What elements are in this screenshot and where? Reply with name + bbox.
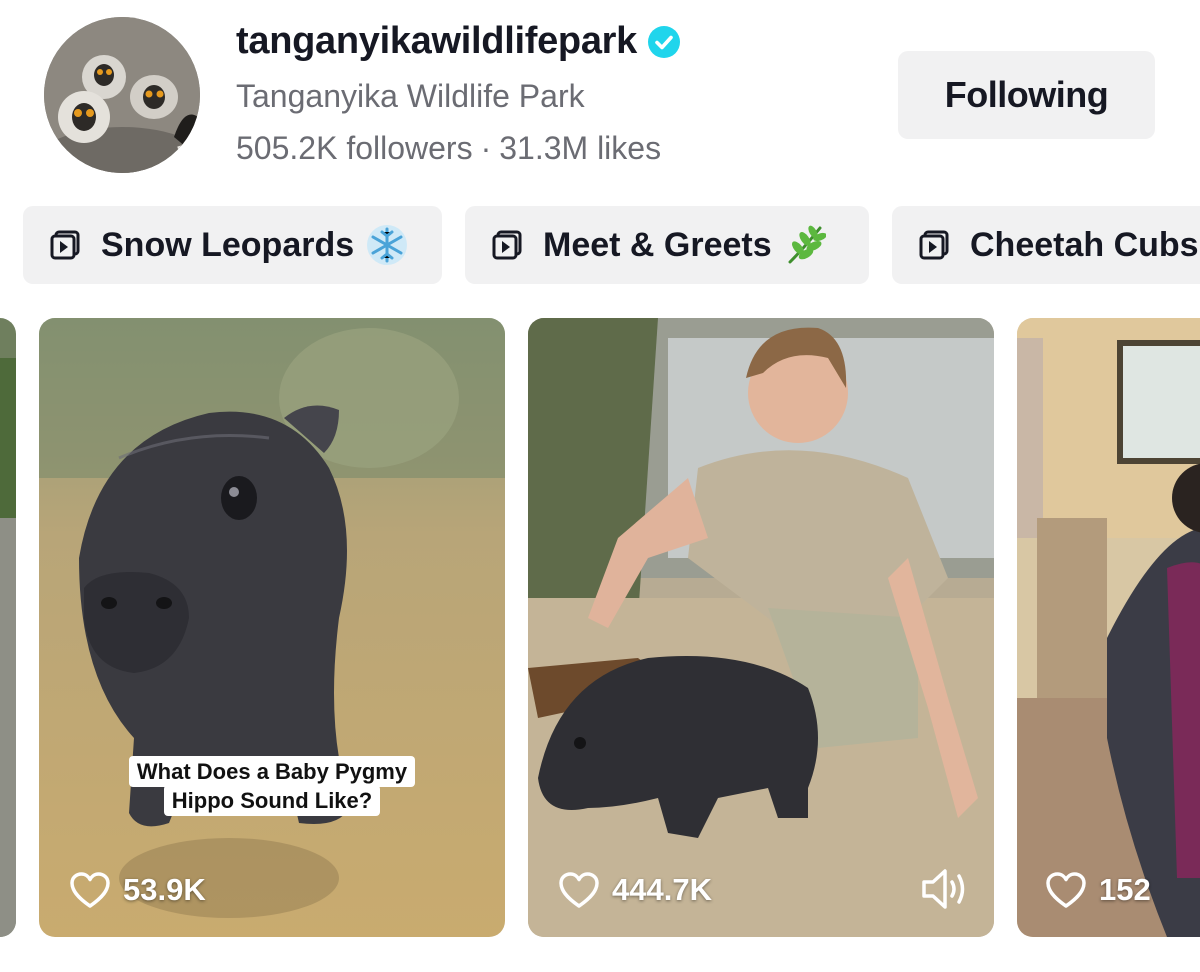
video-caption: What Does a Baby Pygmy Hippo Sound Like? [39, 756, 505, 816]
heart-outline-icon [559, 872, 599, 908]
playlist-label: Meet & Greets [543, 225, 772, 264]
volume-icon[interactable] [920, 867, 970, 911]
verified-badge-icon [647, 25, 680, 58]
video-thumbnail [528, 318, 994, 937]
video-likes: 53.9K [69, 871, 206, 909]
herb-emoji-icon [788, 225, 826, 264]
display-name: Tanganyika Wildlife Park [236, 78, 585, 114]
caption-line-2: Hippo Sound Like? [163, 784, 381, 816]
playlist-label: Cheetah Cubs [970, 225, 1199, 264]
snowflake-emoji-icon [367, 225, 408, 265]
video-thumbnail [1017, 318, 1200, 937]
video-card[interactable]: 152 [1017, 318, 1200, 937]
playlist-chip-cheetah-cubs[interactable]: Cheetah Cubs [892, 206, 1200, 284]
video-likes: 444.7K [558, 871, 712, 909]
followers-count[interactable]: 505.2K followers [236, 130, 473, 166]
likes-count: 444.7K [612, 872, 712, 907]
video-card[interactable]: What Does a Baby Pygmy Hippo Sound Like?… [39, 318, 505, 937]
following-button[interactable]: Following [898, 51, 1155, 139]
stats-separator: · [480, 130, 492, 166]
video-thumbnail [0, 318, 16, 937]
likes-count: 152 [1099, 872, 1151, 907]
playlist-icon [492, 230, 522, 260]
likes-count: 31.3M likes [499, 130, 662, 166]
playlist-icon [919, 230, 949, 260]
heart-outline-icon [70, 872, 110, 908]
likes-count: 53.9K [123, 872, 206, 907]
profile-stats: 505.2K followers · 31.3M likes [236, 130, 661, 167]
video-card-partial-left[interactable] [0, 318, 16, 937]
heart-outline-icon [1046, 872, 1086, 908]
playlist-icon [50, 230, 80, 260]
playlist-chip-meet-greets[interactable]: Meet & Greets [465, 206, 869, 284]
caption-line-1: What Does a Baby Pygmy [128, 756, 416, 787]
profile-avatar[interactable] [44, 17, 200, 173]
username: tanganyikawildlifepark [236, 20, 637, 62]
playlist-chip-snow-leopards[interactable]: Snow Leopards [23, 206, 442, 284]
playlist-label: Snow Leopards [101, 225, 355, 264]
video-likes: 152 [1045, 871, 1151, 909]
username-row: tanganyikawildlifepark [236, 20, 681, 63]
video-thumbnail [39, 318, 505, 937]
lemur-avatar-icon [44, 17, 200, 173]
video-card[interactable]: 444.7K [528, 318, 994, 937]
